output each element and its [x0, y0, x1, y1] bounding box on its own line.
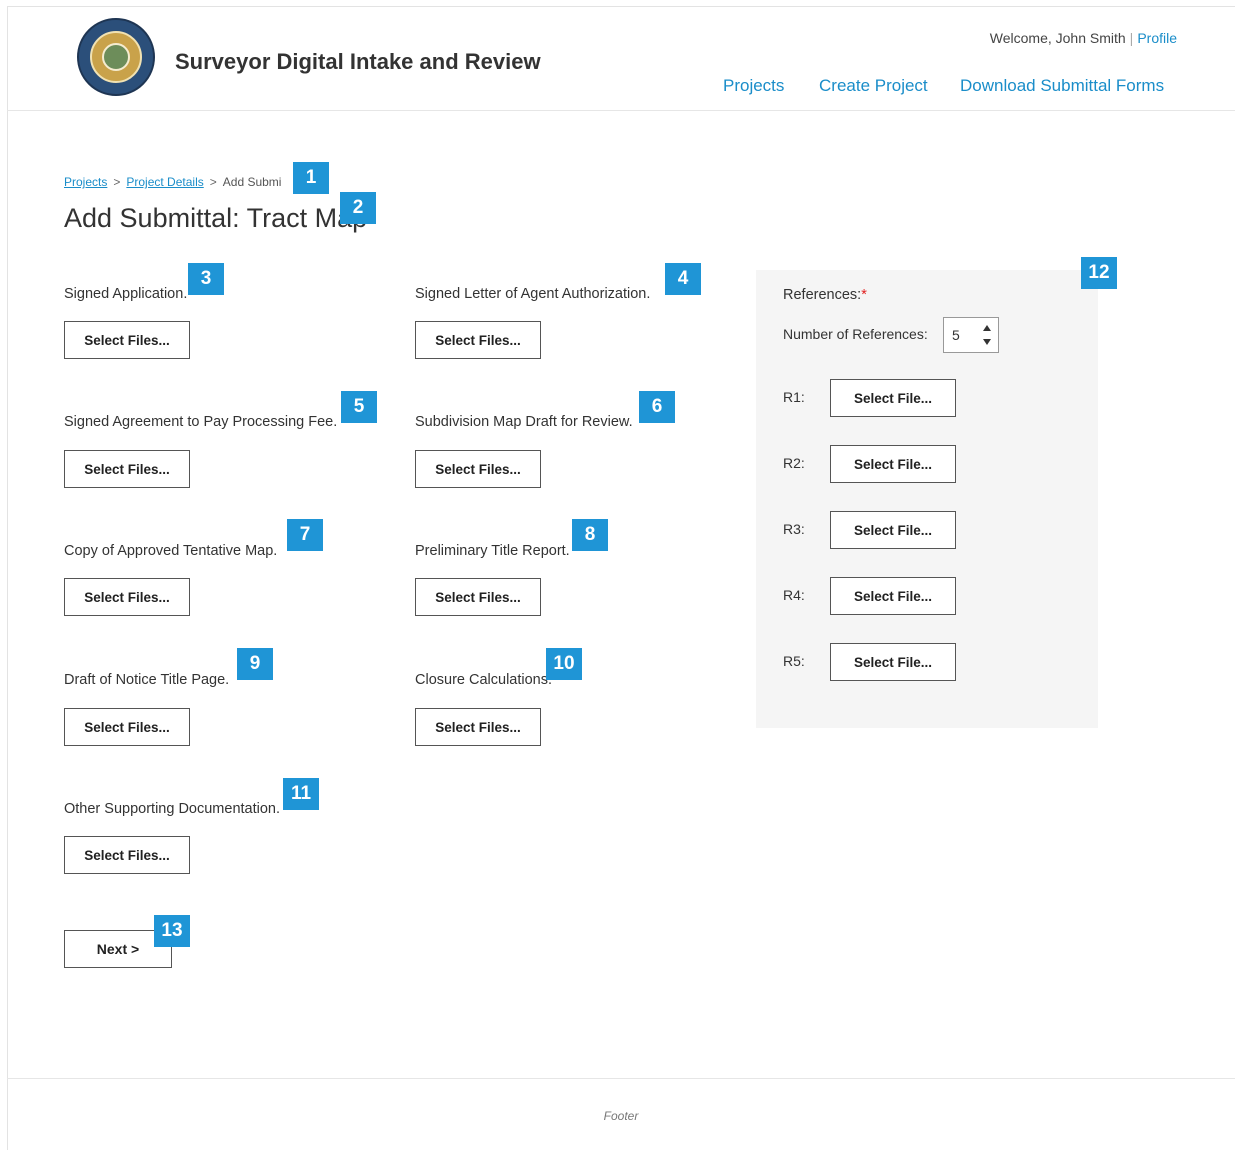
- reference-r1-label: R1:: [783, 389, 805, 405]
- annotation-badge-8: 8: [572, 519, 608, 551]
- stepper-value: 5: [952, 327, 960, 343]
- reference-r1-select-file-button[interactable]: Select File...: [830, 379, 956, 417]
- annotation-badge-6: 6: [639, 391, 675, 423]
- closure-calculations-select-files-button[interactable]: Select Files...: [415, 708, 541, 746]
- tentative-map-select-files-button[interactable]: Select Files...: [64, 578, 190, 616]
- agent-authorization-label: Signed Letter of Agent Authorization.: [415, 286, 651, 302]
- stepper-up-icon[interactable]: [983, 325, 991, 331]
- subdivision-map-draft-select-files-button[interactable]: Select Files...: [415, 450, 541, 488]
- agent-authorization-select-files-button[interactable]: Select Files...: [415, 321, 541, 359]
- notice-title-page-select-files-button[interactable]: Select Files...: [64, 708, 190, 746]
- breadcrumb: Projects > Project Details > Add Submi: [64, 175, 281, 189]
- supporting-documentation-label: Other Supporting Documentation.: [64, 801, 281, 817]
- profile-link[interactable]: Profile: [1137, 30, 1177, 46]
- breadcrumb-separator: >: [113, 175, 121, 189]
- tentative-map-label: Copy of Approved Tentative Map.: [64, 543, 278, 559]
- site-header: Surveyor Digital Intake and Review Welco…: [7, 6, 1235, 111]
- annotation-badge-10: 10: [546, 648, 582, 680]
- number-of-references-label: Number of References:: [783, 326, 928, 342]
- references-label: References:*: [783, 287, 867, 303]
- references-label-text: References:: [783, 287, 862, 303]
- title-report-select-files-button[interactable]: Select Files...: [415, 578, 541, 616]
- annotation-badge-5: 5: [341, 391, 377, 423]
- site-footer: Footer: [7, 1078, 1235, 1150]
- annotation-badge-9: 9: [237, 648, 273, 680]
- reference-r5-select-file-button[interactable]: Select File...: [830, 643, 956, 681]
- footer-text: Footer: [603, 1109, 639, 1123]
- annotation-badge-13: 13: [154, 915, 190, 947]
- annotation-badge-4: 4: [665, 263, 701, 295]
- reference-r4-select-file-button[interactable]: Select File...: [830, 577, 956, 615]
- nav-download-submittal-forms[interactable]: Download Submittal Forms: [960, 76, 1164, 96]
- number-of-references-stepper[interactable]: 5: [943, 317, 999, 353]
- subdivision-map-draft-label: Subdivision Map Draft for Review.: [415, 414, 633, 430]
- nav-create-project[interactable]: Create Project: [819, 76, 928, 96]
- annotation-badge-11: 11: [283, 778, 319, 810]
- signed-application-select-files-button[interactable]: Select Files...: [64, 321, 190, 359]
- welcome-text: Welcome, John Smith: [989, 30, 1126, 46]
- supporting-documentation-select-files-button[interactable]: Select Files...: [64, 836, 190, 874]
- breadcrumb-projects[interactable]: Projects: [64, 175, 107, 189]
- breadcrumb-current: Add Submi: [222, 175, 282, 189]
- annotation-badge-12: 12: [1081, 257, 1117, 289]
- signed-application-label: Signed Application.: [64, 286, 188, 302]
- breadcrumb-separator: >: [209, 175, 217, 189]
- seal-inner-ring: [90, 31, 142, 83]
- reference-r3-label: R3:: [783, 521, 805, 537]
- reference-r2-select-file-button[interactable]: Select File...: [830, 445, 956, 483]
- reference-r5-label: R5:: [783, 653, 805, 669]
- annotation-badge-3: 3: [188, 263, 224, 295]
- required-asterisk: *: [861, 287, 867, 303]
- reference-r4-label: R4:: [783, 587, 805, 603]
- welcome-separator: |: [1129, 30, 1134, 46]
- annotation-badge-7: 7: [287, 519, 323, 551]
- closure-calculations-label: Closure Calculations.: [415, 672, 553, 688]
- breadcrumb-project-details[interactable]: Project Details: [126, 175, 203, 189]
- references-panel: References:* Number of References: 5 R1:…: [756, 270, 1098, 728]
- reference-r3-select-file-button[interactable]: Select File...: [830, 511, 956, 549]
- annotation-badge-2: 2: [340, 192, 376, 224]
- processing-fee-label: Signed Agreement to Pay Processing Fee.: [64, 414, 338, 430]
- processing-fee-select-files-button[interactable]: Select Files...: [64, 450, 190, 488]
- title-report-label: Preliminary Title Report.: [415, 543, 570, 559]
- annotation-badge-1: 1: [293, 162, 329, 194]
- county-seal-logo[interactable]: [77, 18, 155, 96]
- nav-projects[interactable]: Projects: [723, 76, 784, 96]
- page-title: Add Submittal: Tract Map: [64, 203, 368, 233]
- seal-core: [102, 43, 130, 71]
- stepper-down-icon[interactable]: [983, 339, 991, 345]
- reference-r2-label: R2:: [783, 455, 805, 471]
- notice-title-page-label: Draft of Notice Title Page.: [64, 672, 230, 688]
- user-welcome: Welcome, John Smith | Profile: [990, 30, 1177, 46]
- app-title: Surveyor Digital Intake and Review: [175, 49, 541, 74]
